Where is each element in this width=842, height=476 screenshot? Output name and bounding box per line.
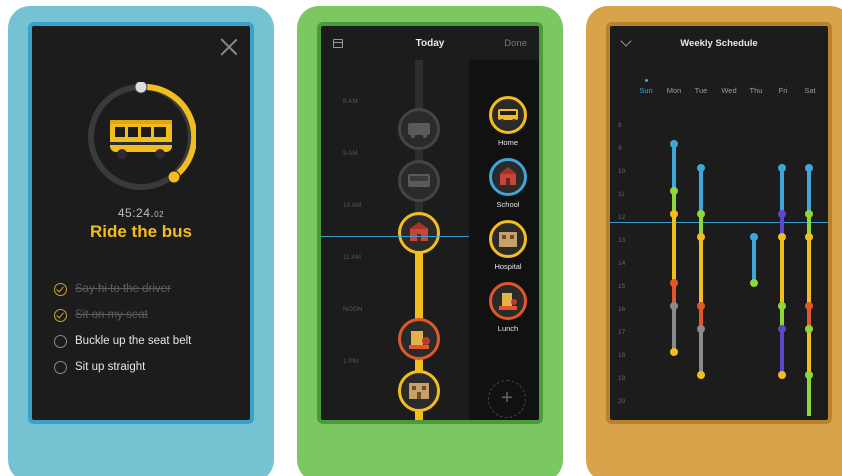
checkbox-checked-icon[interactable]	[54, 282, 67, 296]
place-label: Lunch	[497, 324, 519, 333]
school-icon	[489, 158, 527, 196]
progress-ring	[86, 82, 196, 192]
checklist-item[interactable]: Buckle up the seat belt	[54, 328, 191, 354]
checklist-item-label: Say hi to the driver	[75, 283, 171, 295]
schedule-column-sat	[805, 164, 813, 416]
checkbox-icon[interactable]	[54, 360, 67, 374]
today-screen-frame: Today Done 8 AM 9 AM 10 AM 11 AM NOON 1 …	[297, 6, 563, 476]
elapsed-timer: 45:24.02	[32, 206, 250, 220]
timer-fraction: 02	[154, 210, 165, 219]
time-label: 8 AM	[343, 98, 358, 105]
schedule-column-fri	[778, 164, 786, 379]
timer-main: 45:24.	[117, 206, 155, 220]
checklist-item[interactable]: Sit on my seat	[54, 302, 191, 328]
time-label: 10 AM	[343, 202, 362, 209]
timeline-event-bus-icon[interactable]	[398, 160, 440, 202]
schedule-column-thu	[750, 233, 758, 287]
place-item-hospital[interactable]: Hospital	[469, 220, 539, 271]
lunch-icon	[489, 282, 527, 320]
place-label: School	[496, 200, 520, 209]
task-screen-frame: 45:24.02 Ride the bus Say hi to the driv…	[8, 6, 274, 476]
checkbox-icon[interactable]	[54, 334, 67, 348]
place-label: Home	[497, 138, 518, 147]
weekly-screen: Weekly Schedule Sun Mon Tue Wed Thu Fri …	[606, 22, 832, 424]
checklist-item-label: Sit up straight	[75, 361, 146, 373]
timeline-event-bus-icon[interactable]	[398, 108, 440, 150]
timeline-track	[398, 60, 440, 420]
today-header: Today Done	[321, 26, 539, 60]
place-item-home[interactable]: Home	[469, 96, 539, 147]
place-label: Hospital	[494, 262, 522, 271]
bus-icon	[110, 120, 172, 159]
places-panel: Home School Hospital Lunch +	[469, 60, 539, 420]
add-place-button[interactable]: +	[488, 380, 526, 418]
time-label: 9 AM	[343, 150, 358, 157]
done-button[interactable]: Done	[504, 38, 527, 49]
checklist-item-label: Buckle up the seat belt	[75, 335, 192, 347]
bus-icon	[489, 96, 527, 134]
checkbox-checked-icon[interactable]	[54, 308, 67, 322]
task-screen: 45:24.02 Ride the bus Say hi to the driv…	[28, 22, 254, 424]
today-screen: Today Done 8 AM 9 AM 10 AM 11 AM NOON 1 …	[317, 22, 543, 424]
time-label: 1 PM	[343, 358, 359, 365]
hospital-icon	[489, 220, 527, 258]
timeline-event-school-icon[interactable]	[398, 212, 440, 254]
weekly-screen-frame: Weekly Schedule Sun Mon Tue Wed Thu Fri …	[586, 6, 842, 476]
close-icon[interactable]	[220, 38, 238, 56]
weekly-schedule-bars	[670, 140, 813, 416]
time-label: 11 AM	[343, 254, 361, 261]
checklist-item[interactable]: Sit up straight	[54, 354, 191, 380]
place-item-lunch[interactable]: Lunch	[469, 282, 539, 333]
checklist-item[interactable]: Say hi to the driver	[54, 276, 191, 302]
timeline-event-lunch-icon[interactable]	[398, 318, 440, 360]
checklist-item-label: Sit on my seat	[75, 309, 148, 321]
time-label: NOON	[343, 306, 363, 313]
task-title: Ride the bus	[89, 222, 192, 241]
timeline-event-hospital-icon[interactable]	[398, 370, 440, 412]
checklist: Say hi to the driver Sit on my seat Buck…	[54, 276, 191, 380]
place-item-school[interactable]: School	[469, 158, 539, 209]
schedule-column-mon	[670, 140, 678, 356]
current-time-line	[321, 236, 469, 237]
schedule-column-tue	[697, 164, 705, 379]
